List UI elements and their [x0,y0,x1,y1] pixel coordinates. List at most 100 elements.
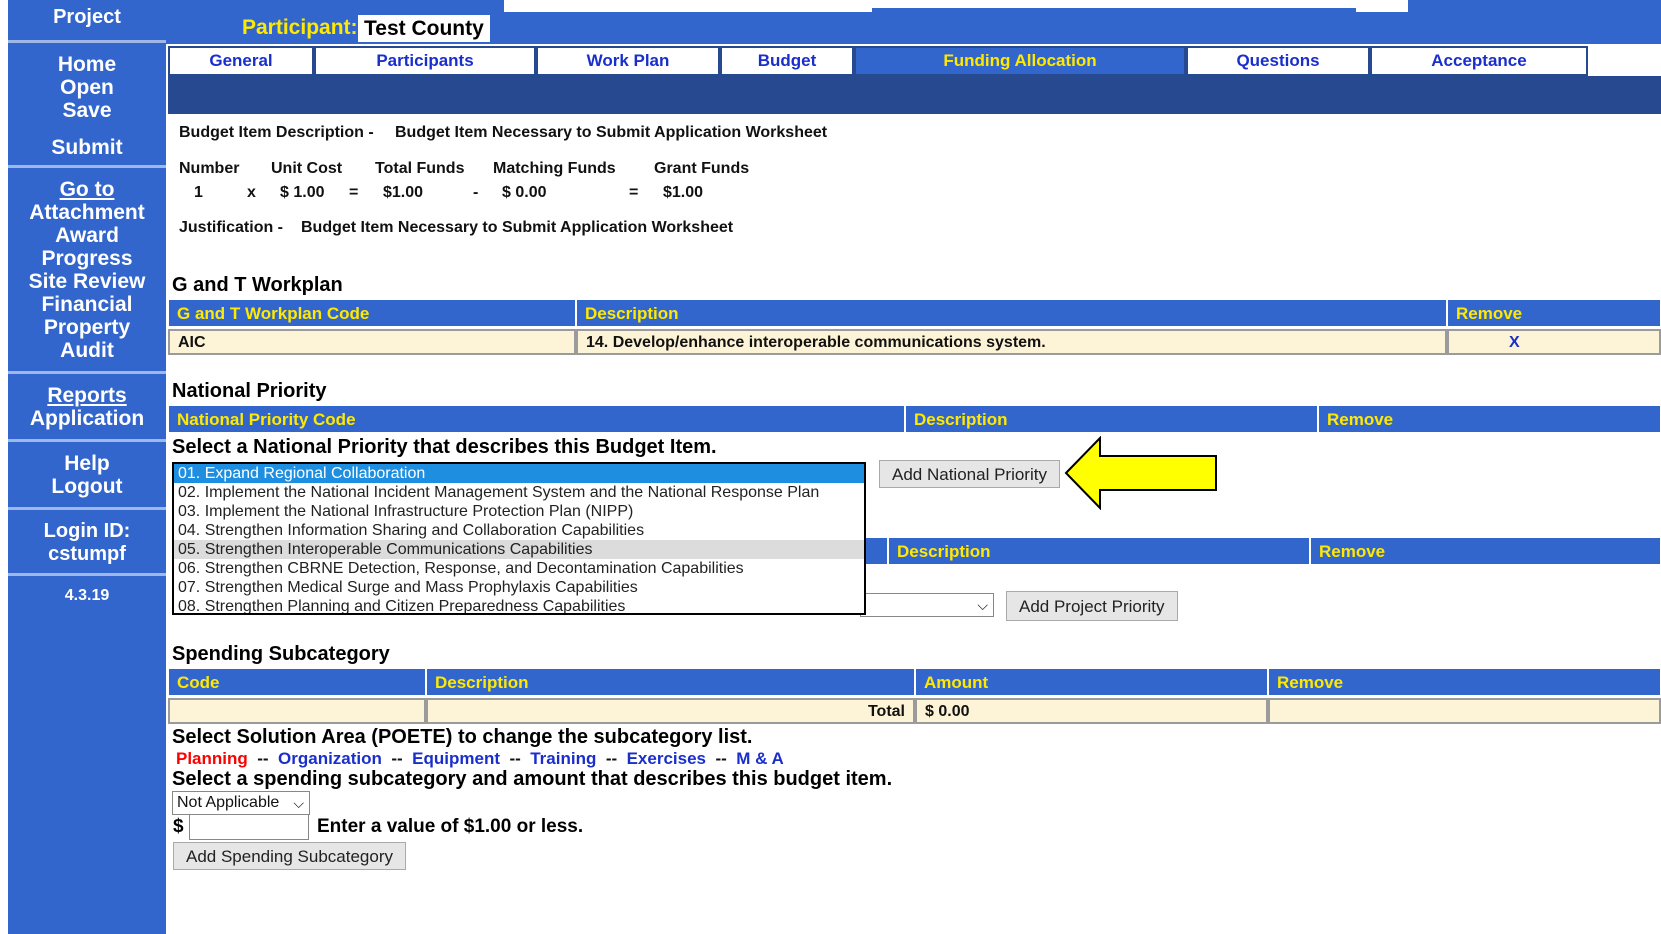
sidebar-item-goto[interactable]: Go to [8,178,166,201]
project-priority-col-remove: Remove [1310,537,1661,565]
tab-questions[interactable]: Questions [1186,46,1370,76]
poete-separator: -- [605,749,618,768]
listbox-option[interactable]: 08. Strengthen Planning and Citizen Prep… [174,597,864,613]
matching-funds-label: Matching Funds [493,160,616,177]
sidebar-item-logout[interactable]: Logout [8,475,166,498]
sub-header-bar [168,76,1661,114]
national-priority-col-description: Description [905,405,1318,433]
sidebar-item-award[interactable]: Award [8,224,166,247]
sidebar-item-help[interactable]: Help [8,452,166,475]
total-funds-value: $1.00 [383,184,424,201]
poete-equipment-link[interactable]: Equipment [412,749,500,768]
sidebar-item-submit[interactable]: Submit [8,136,166,159]
login-id-label: Login ID: [43,520,131,542]
spending-total-value: $ 0.00 [915,698,1268,724]
sidebar-item-home[interactable]: Home [8,53,166,76]
amount-input[interactable] [189,814,309,840]
number-label: Number [179,160,240,177]
sidebar-item-project[interactable]: Project [8,6,166,29]
justification-label: Justification - [179,219,284,236]
poete-training-link[interactable]: Training [530,749,596,768]
spending-col-amount: Amount [915,668,1268,696]
sidebar-item-audit[interactable]: Audit [8,339,166,362]
poete-prompt: Select Solution Area (POETE) to change t… [172,726,753,748]
tab-general[interactable]: General [168,46,314,76]
workplan-section-title: G and T Workplan [172,274,343,296]
chevron-down-icon: ⌵ [293,795,304,811]
listbox-option[interactable]: 06. Strengthen CBRNE Detection, Response… [174,559,864,578]
sidebar-item-application[interactable]: Application [8,407,166,430]
poete-planning-link[interactable]: Planning [176,749,248,768]
operator-minus: - [473,184,479,201]
national-priority-table-header: National Priority Code Description Remov… [168,405,1661,433]
workplan-row-code: AIC [168,329,576,355]
dollar-sign: $ [173,816,184,837]
listbox-option[interactable]: 05. Strengthen Interoperable Communicati… [174,540,864,559]
poete-separator: -- [391,749,403,768]
budget-item-description-label: Budget Item Description - [179,124,374,141]
spending-section-title: Spending Subcategory [172,643,390,665]
version-label: 4.3.19 [8,576,166,616]
listbox-option[interactable]: 01. Expand Regional Collaboration [174,464,864,483]
tab-acceptance[interactable]: Acceptance [1370,46,1588,76]
header-strip [504,0,872,12]
sidebar-item-financial[interactable]: Financial [8,293,166,316]
poete-separator: -- [257,749,269,768]
add-project-priority-button[interactable]: Add Project Priority [1006,591,1178,621]
grant-funds-label: Grant Funds [654,160,750,177]
unit-cost-label: Unit Cost [271,160,343,177]
workplan-remove-button[interactable]: X [1447,329,1661,355]
budget-item-description-value: Budget Item Necessary to Submit Applicat… [395,124,828,141]
sidebar-item-site-review[interactable]: Site Review [8,270,166,293]
tab-funding-allocation[interactable]: Funding Allocation [854,46,1186,76]
national-priority-prompt: Select a National Priority that describe… [172,436,717,458]
listbox-option[interactable]: 02. Implement the National Incident Mana… [174,483,864,502]
sidebar-reports-block: Reports Application [8,374,166,442]
unit-cost-value: $ 1.00 [280,184,325,201]
sidebar-project-block: Project [8,0,166,43]
poete-exercises-link[interactable]: Exercises [627,749,706,768]
sidebar-item-reports[interactable]: Reports [8,384,166,407]
project-priority-select[interactable]: ⌵ [860,593,994,617]
total-funds-label: Total Funds [375,160,465,177]
poete-organization-link[interactable]: Organization [278,749,382,768]
sidebar-item-progress[interactable]: Progress [8,247,166,270]
workplan-col-remove: Remove [1447,299,1661,327]
tab-work-plan[interactable]: Work Plan [536,46,720,76]
header-strip [872,0,1358,8]
sidebar-item-property[interactable]: Property [8,316,166,339]
spending-col-code: Code [168,668,426,696]
national-priority-listbox[interactable]: 01. Expand Regional Collaboration 02. Im… [172,462,866,615]
listbox-option[interactable]: 03. Implement the National Infrastructur… [174,502,864,521]
spending-col-remove: Remove [1268,668,1661,696]
sidebar-item-attachment[interactable]: Attachment [8,201,166,224]
matching-funds-value: $ 0.00 [502,184,547,201]
workplan-col-description: Description [576,299,1447,327]
spending-subcategory-select[interactable]: Not Applicable ⌵ [172,791,310,815]
poete-ma-link[interactable]: M & A [736,749,784,768]
workplan-table-header: G and T Workplan Code Description Remove [168,299,1661,327]
listbox-option[interactable]: 04. Strengthen Information Sharing and C… [174,521,864,540]
participant-label: Participant: [242,16,358,39]
listbox-option[interactable]: 07. Strengthen Medical Surge and Mass Pr… [174,578,864,597]
spending-subcategory-selected: Not Applicable [177,794,280,811]
tab-budget[interactable]: Budget [720,46,854,76]
workplan-row-description: 14. Develop/enhance interoperable commun… [576,329,1447,355]
project-priority-col-description: Description [888,537,1310,565]
subcategory-prompt: Select a spending subcategory and amount… [172,768,893,790]
poete-separator: -- [509,749,521,768]
sidebar-item-open[interactable]: Open [8,76,166,99]
sidebar-login-block: Login ID: cstumpf [8,510,166,576]
version-text: 4.3.19 [64,587,110,604]
chevron-down-icon: ⌵ [977,597,988,613]
header-strip [1356,0,1408,12]
sidebar-item-save[interactable]: Save [8,99,166,122]
sidebar-file-block: Home Open Save Submit [8,43,166,168]
justification-value: Budget Item Necessary to Submit Applicat… [301,219,734,236]
project-priority-table-header: Description Remove [860,537,1661,565]
tab-participants[interactable]: Participants [314,46,536,76]
national-priority-col-code: National Priority Code [168,405,905,433]
spending-total-row: Total $ 0.00 [168,698,1661,724]
add-spending-subcategory-button[interactable]: Add Spending Subcategory [173,842,406,870]
add-national-priority-button[interactable]: Add National Priority [879,460,1060,488]
